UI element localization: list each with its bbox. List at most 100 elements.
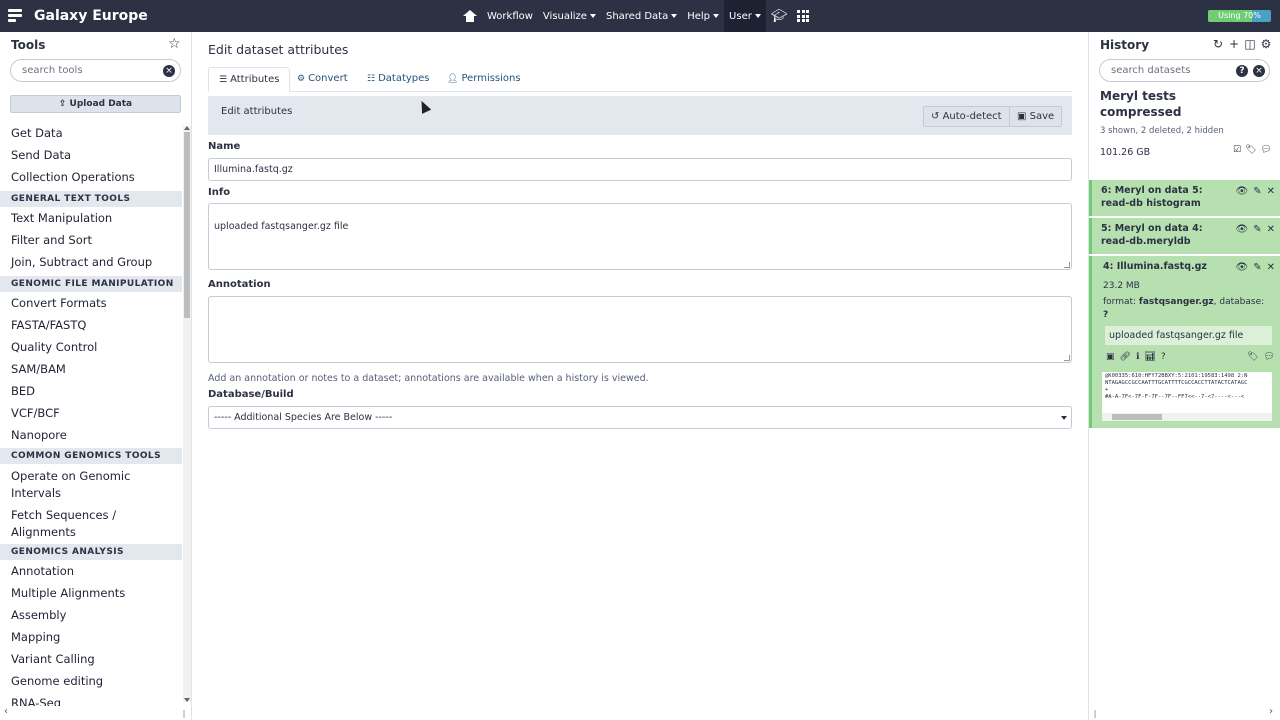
save-icon[interactable]: ▣ bbox=[1106, 352, 1115, 362]
tool-search-input[interactable]: search tools × bbox=[10, 59, 181, 82]
star-icon[interactable]: ☆ bbox=[168, 36, 181, 52]
tool-section-nanopore[interactable]: Nanopore bbox=[11, 428, 67, 442]
tab-attributes[interactable]: ☰ Attributes bbox=[208, 67, 291, 92]
tab-convert-label: Convert bbox=[308, 73, 348, 84]
clear-search-icon[interactable]: × bbox=[163, 65, 175, 77]
user-icon: 👤︎ bbox=[447, 74, 459, 84]
tab-datatypes[interactable]: ☷ Datatypes bbox=[357, 67, 440, 92]
eye-icon[interactable]: 👁︎ bbox=[1236, 262, 1249, 273]
refresh-icon[interactable]: ↻ bbox=[1212, 37, 1224, 51]
auto-detect-button[interactable]: ↺ Auto-detect bbox=[923, 106, 1010, 127]
tool-section-multiple-alignments[interactable]: Multiple Alignments bbox=[11, 586, 125, 600]
pencil-icon[interactable]: ✎ bbox=[1253, 186, 1261, 197]
tool-section-operate-intervals[interactable]: Operate on Genomic Intervals bbox=[11, 468, 176, 502]
tool-section-fetch-sequences[interactable]: Fetch Sequences / Alignments bbox=[11, 507, 176, 541]
upload-data-label: Upload Data bbox=[69, 99, 133, 109]
tool-section-sam-bam[interactable]: SAM/BAM bbox=[11, 362, 66, 376]
name-field[interactable]: Illumina.fastq.gz bbox=[208, 158, 1072, 181]
scrollbar-thumb[interactable] bbox=[184, 132, 190, 318]
history-counts[interactable]: 3 shown, 2 deleted, 2 hidden bbox=[1100, 126, 1224, 136]
caret-down-icon bbox=[671, 14, 678, 18]
tool-section-get-data[interactable]: Get Data bbox=[11, 126, 63, 140]
tab-convert[interactable]: ⚙ Convert bbox=[287, 67, 358, 92]
tags-icon[interactable]: 🏷︎ bbox=[1245, 145, 1256, 155]
tool-section-collection-operations[interactable]: Collection Operations bbox=[11, 170, 135, 184]
clear-search-icon[interactable]: × bbox=[1253, 65, 1265, 77]
dataset-item-expanded[interactable]: 4: Illumina.fastq.gz 👁︎ ✎ ✕ 23.2 MB format… bbox=[1089, 256, 1280, 428]
chart-icon[interactable]: 📊︎ bbox=[1144, 352, 1155, 362]
info-icon[interactable]: ℹ bbox=[1136, 352, 1139, 362]
cog-icon[interactable]: ⚙ bbox=[1260, 37, 1272, 51]
tool-section-annotation[interactable]: Annotation bbox=[11, 564, 74, 578]
dataset-item[interactable]: 6: Meryl on data 5: read-db histogram 👁︎… bbox=[1089, 180, 1280, 216]
nav-workflow[interactable]: Workflow bbox=[482, 0, 538, 32]
pencil-icon[interactable]: ✎ bbox=[1253, 262, 1261, 273]
comment-icon[interactable]: 💬︎ bbox=[1264, 352, 1275, 362]
tool-section-variant-calling[interactable]: Variant Calling bbox=[11, 652, 95, 666]
nav-user-label: User bbox=[729, 10, 752, 22]
tool-section-vcf-bcf[interactable]: VCF/BCF bbox=[11, 406, 60, 420]
close-icon[interactable]: ✕ bbox=[1267, 186, 1275, 197]
check-square-icon[interactable]: ☑ bbox=[1233, 145, 1241, 155]
tool-section-send-data[interactable]: Send Data bbox=[11, 148, 71, 162]
upload-icon: ⇪ bbox=[58, 99, 70, 109]
brand[interactable]: Galaxy Europe bbox=[8, 0, 148, 32]
eye-icon[interactable]: 👁︎ bbox=[1236, 186, 1249, 197]
collapse-left-icon[interactable]: ‹ bbox=[4, 706, 8, 717]
scroll-down-icon[interactable] bbox=[184, 698, 190, 702]
home-button[interactable] bbox=[458, 0, 482, 32]
tool-section-quality-control[interactable]: Quality Control bbox=[11, 340, 97, 354]
dataset-title[interactable]: 4: Illumina.fastq.gz bbox=[1103, 260, 1243, 273]
dataset-title[interactable]: 5: Meryl on data 4: read-db.meryldb bbox=[1101, 222, 1221, 248]
apps-button[interactable] bbox=[792, 0, 814, 32]
tags-icon[interactable]: 🏷︎ bbox=[1247, 352, 1258, 362]
resize-grip-icon[interactable] bbox=[1064, 355, 1070, 361]
tool-section-assembly[interactable]: Assembly bbox=[11, 608, 66, 622]
tool-section-bed[interactable]: BED bbox=[11, 384, 35, 398]
tool-section-convert-formats[interactable]: Convert Formats bbox=[11, 296, 107, 310]
peek-scrollbar[interactable] bbox=[1102, 413, 1272, 421]
tool-section-filter-sort[interactable]: Filter and Sort bbox=[11, 233, 92, 247]
tool-section-genome-editing[interactable]: Genome editing bbox=[11, 674, 103, 688]
tool-section-rna-seq[interactable]: RNA-Seq bbox=[11, 696, 61, 706]
link-icon[interactable]: 🔗︎ bbox=[1120, 352, 1131, 362]
close-icon[interactable]: ✕ bbox=[1267, 262, 1275, 273]
columns-icon[interactable]: ◫ bbox=[1244, 37, 1256, 51]
info-field[interactable]: uploaded fastqsanger.gz file bbox=[208, 203, 1072, 270]
comment-icon[interactable]: 💬︎ bbox=[1261, 145, 1272, 155]
plus-icon[interactable]: + bbox=[1228, 37, 1240, 51]
history-name[interactable]: Meryl tests compressed bbox=[1100, 88, 1240, 120]
tab-permissions[interactable]: 👤︎ Permissions bbox=[437, 67, 531, 92]
training-button[interactable]: 🎓︎ bbox=[766, 0, 793, 32]
history-search-input[interactable]: search datasets ? × bbox=[1099, 59, 1270, 82]
save-label: Save bbox=[1029, 111, 1055, 122]
question-icon[interactable]: ? bbox=[1161, 352, 1166, 362]
save-button[interactable]: ▣ Save bbox=[1009, 106, 1063, 127]
dataset-database[interactable]: ? bbox=[1103, 310, 1108, 320]
upload-data-button[interactable]: ⇪ Upload Data bbox=[10, 95, 181, 113]
eye-icon[interactable]: 👁︎ bbox=[1236, 224, 1249, 235]
scroll-up-icon[interactable] bbox=[184, 126, 190, 130]
close-icon[interactable]: ✕ bbox=[1267, 224, 1275, 235]
tool-section-fasta-fastq[interactable]: FASTA/FASTQ bbox=[11, 318, 86, 332]
nav-help[interactable]: Help bbox=[682, 0, 724, 32]
dataset-item[interactable]: 5: Meryl on data 4: read-db.meryldb 👁︎ ✎ ✕ bbox=[1089, 218, 1280, 254]
nav-user[interactable]: User bbox=[724, 0, 766, 32]
dbkey-select[interactable]: ----- Additional Species Are Below ----- bbox=[208, 406, 1072, 429]
tool-section-join-subtract[interactable]: Join, Subtract and Group bbox=[11, 255, 152, 269]
dataset-title[interactable]: 6: Meryl on data 5: read-db histogram bbox=[1101, 184, 1221, 210]
nav-shared-data[interactable]: Shared Data bbox=[601, 0, 682, 32]
help-icon[interactable]: ? bbox=[1236, 65, 1248, 77]
quota-meter[interactable]: Using 70% bbox=[1208, 10, 1271, 22]
tool-section-text-manipulation[interactable]: Text Manipulation bbox=[11, 211, 112, 225]
nav-visualize[interactable]: Visualize bbox=[538, 0, 601, 32]
annotation-field[interactable] bbox=[208, 296, 1072, 363]
panel-drag-handle-icon[interactable]: ‖ bbox=[1093, 709, 1097, 718]
collapse-right-icon[interactable]: › bbox=[1269, 706, 1273, 717]
pencil-icon[interactable]: ✎ bbox=[1253, 224, 1261, 235]
scrollbar-thumb[interactable] bbox=[1112, 414, 1162, 420]
tool-section-mapping[interactable]: Mapping bbox=[11, 630, 60, 644]
tool-panel-scrollbar[interactable] bbox=[183, 126, 191, 702]
resize-grip-icon[interactable] bbox=[1064, 262, 1070, 268]
panel-drag-handle-icon[interactable]: ‖ bbox=[182, 709, 186, 718]
